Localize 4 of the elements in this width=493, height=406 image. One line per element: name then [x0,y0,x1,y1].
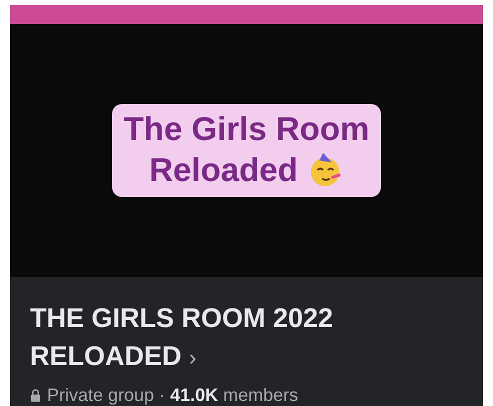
lock-icon [30,389,41,402]
group-privacy-text: Private group · 41.0K members [47,385,298,406]
group-title-link[interactable]: THE GIRLS ROOM 2022 RELOADED › [30,299,390,377]
cover-caption: The Girls Room Reloaded [112,104,382,197]
